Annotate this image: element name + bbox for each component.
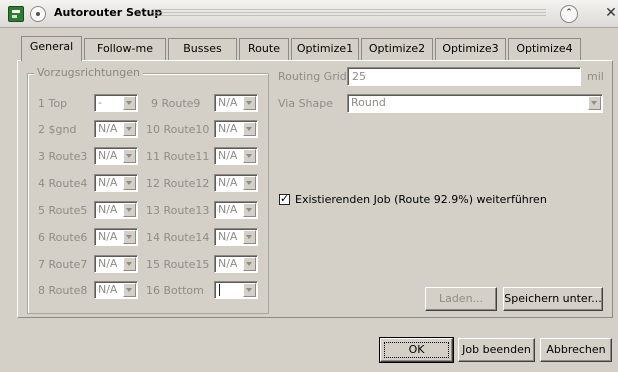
via-shape-label: Via Shape	[278, 97, 334, 110]
chevron-down-icon[interactable]	[588, 96, 601, 110]
tab-optimize2[interactable]: Optimize2	[361, 38, 433, 60]
continue-job-checkbox[interactable]	[279, 192, 290, 205]
load-button[interactable]: Laden...	[425, 287, 497, 311]
layer-direction-combo[interactable]: N/A	[214, 174, 258, 192]
layer-direction-combo[interactable]: N/A	[94, 174, 138, 192]
chevron-down-icon[interactable]	[243, 176, 256, 190]
chevron-down-icon[interactable]	[243, 149, 256, 163]
chevron-down-icon[interactable]	[123, 149, 136, 163]
eagle-app-icon	[8, 6, 24, 22]
chevron-down-icon[interactable]	[243, 96, 256, 110]
chevron-down-icon[interactable]	[123, 283, 136, 297]
chevron-down-icon[interactable]	[243, 122, 256, 136]
tab-busses[interactable]: Busses	[168, 38, 237, 60]
chevron-down-icon[interactable]	[243, 257, 256, 271]
window-menu-icon[interactable]	[30, 6, 46, 22]
layer-direction-value: N/A	[98, 230, 118, 243]
layer-label: 4 Route4	[38, 177, 88, 190]
chevron-down-icon[interactable]	[123, 96, 136, 110]
layer-direction-value: N/A	[218, 176, 238, 189]
layer-direction-combo[interactable]: N/A	[214, 228, 258, 246]
layer-label: 11 Route11	[146, 150, 210, 163]
layer-direction-combo[interactable]: N/A	[214, 147, 258, 165]
chevron-down-icon[interactable]	[123, 203, 136, 217]
layer-label: 14 Route14	[146, 231, 210, 244]
end-job-button[interactable]: Job beenden	[458, 338, 535, 362]
chevron-down-icon[interactable]	[123, 257, 136, 271]
layer-direction-value: N/A	[98, 176, 118, 189]
layer-label: 10 Route10	[146, 123, 210, 136]
autorouter-setup-window: Autorouter Setup ⌃ ✕ General Follow-me B…	[0, 0, 618, 372]
routing-grid-value: 25	[352, 70, 366, 83]
layer-direction-combo[interactable]: N/A	[94, 281, 138, 299]
layer-direction-value: N/A	[98, 122, 118, 135]
routing-grid-unit: mil	[587, 70, 604, 83]
window-title: Autorouter Setup	[54, 6, 163, 19]
layer-label: 5 Route5	[38, 204, 88, 217]
layer-label: 13 Route13	[146, 204, 210, 217]
chevron-down-icon[interactable]	[243, 283, 256, 297]
title-bar[interactable]: Autorouter Setup ⌃ ✕	[0, 0, 618, 28]
layer-direction-combo[interactable]: N/A	[214, 255, 258, 273]
layer-direction-combo[interactable]: N/A	[94, 201, 138, 219]
layer-label: 6 Route6	[38, 231, 88, 244]
text-cursor	[219, 284, 220, 296]
layer-direction-value: N/A	[98, 257, 118, 270]
layer-label: 1 Top	[38, 97, 68, 110]
layer-label: 16 Bottom	[146, 284, 204, 297]
layer-direction-combo[interactable]: N/A	[94, 147, 138, 165]
via-shape-combo[interactable]: Round	[347, 94, 603, 113]
layer-direction-combo[interactable]: N/A	[94, 228, 138, 246]
tab-optimize1[interactable]: Optimize1	[291, 38, 359, 60]
preferred-directions-title: Vorzugsrichtungen	[34, 66, 143, 79]
layer-direction-value: N/A	[218, 122, 238, 135]
layer-direction-value: N/A	[218, 96, 238, 109]
save-as-button[interactable]: Speichern unter...	[503, 287, 603, 311]
layer-label: 15 Route15	[146, 258, 210, 271]
routing-grid-label: Routing Grid	[278, 70, 347, 83]
layer-label: 12 Route12	[146, 177, 210, 190]
layer-direction-combo[interactable]: -	[94, 94, 138, 112]
title-bar-grip	[152, 9, 546, 18]
layer-direction-combo[interactable]: N/A	[94, 255, 138, 273]
layer-direction-value: N/A	[218, 257, 238, 270]
chevron-down-icon[interactable]	[123, 230, 136, 244]
tab-optimize3[interactable]: Optimize3	[435, 38, 506, 60]
layer-label: 8 Route8	[38, 284, 88, 297]
tab-follow-me[interactable]: Follow-me	[84, 38, 166, 60]
routing-grid-field[interactable]: 25	[347, 67, 581, 86]
continue-job-label[interactable]: Existierenden Job (Route 92.9%) weiterfü…	[295, 193, 547, 206]
layer-direction-value: N/A	[218, 149, 238, 162]
shade-chevron-up-icon[interactable]: ⌃	[560, 5, 578, 23]
layer-direction-value: N/A	[218, 203, 238, 216]
layer-direction-value: N/A	[98, 203, 118, 216]
via-shape-value: Round	[351, 96, 386, 109]
layer-direction-value: N/A	[98, 283, 118, 296]
focus-ring	[384, 342, 449, 358]
tab-optimize4[interactable]: Optimize4	[508, 38, 581, 60]
close-icon[interactable]: ✕	[604, 4, 618, 22]
cancel-button[interactable]: Abbrechen	[540, 338, 612, 362]
layer-label: 2 $gnd	[38, 123, 77, 136]
chevron-down-icon[interactable]	[243, 230, 256, 244]
layer-direction-combo[interactable]: N/A	[214, 94, 258, 112]
layer-direction-combo[interactable]: N/A	[214, 120, 258, 138]
layer-label: 9 Route9	[151, 97, 201, 110]
layer-direction-combo[interactable]: N/A	[94, 120, 138, 138]
layer-direction-value: -	[98, 96, 102, 109]
tab-route[interactable]: Route	[239, 38, 289, 60]
ok-button[interactable]: OK	[379, 337, 454, 363]
chevron-down-icon[interactable]	[243, 203, 256, 217]
tab-general[interactable]: General	[21, 36, 82, 61]
chevron-down-icon[interactable]	[123, 122, 136, 136]
layer-label: 7 Route7	[38, 258, 88, 271]
layer-direction-combo[interactable]	[214, 281, 258, 299]
chevron-down-icon[interactable]	[123, 176, 136, 190]
layer-direction-value: N/A	[98, 149, 118, 162]
layer-direction-combo[interactable]: N/A	[214, 201, 258, 219]
layer-label: 3 Route3	[38, 150, 88, 163]
layer-direction-value: N/A	[218, 230, 238, 243]
